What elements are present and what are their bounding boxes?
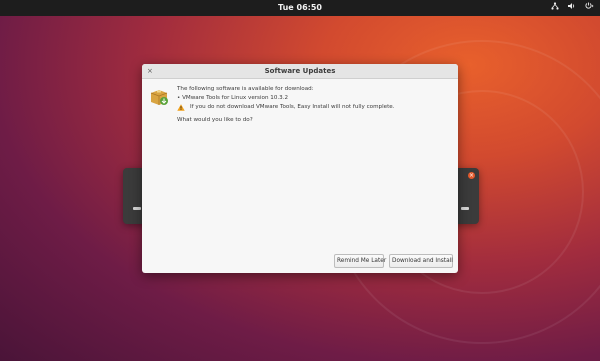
package-icon xyxy=(149,87,169,107)
question-text: What would you like to do? xyxy=(177,117,253,123)
dialog-message: The following software is available for … xyxy=(177,85,447,125)
software-updates-dialog: × Software Updates The following softwar… xyxy=(142,64,458,273)
update-item: • VMware Tools for Linux version 10.3.2 xyxy=(177,95,289,101)
window-handle xyxy=(461,207,469,210)
warning-icon xyxy=(177,104,185,111)
dialog-buttons: Remind Me Later Download and Install xyxy=(334,254,453,268)
remind-me-later-button[interactable]: Remind Me Later xyxy=(334,254,386,268)
close-icon[interactable]: × xyxy=(468,172,475,179)
window-handle xyxy=(133,207,141,210)
warning-row: If you do not download VMware Tools, Eas… xyxy=(177,103,447,112)
power-icon[interactable] xyxy=(584,0,594,16)
intro-text: The following software is available for … xyxy=(177,86,314,92)
dialog-title: Software Updates xyxy=(264,67,336,75)
dialog-titlebar[interactable]: × Software Updates xyxy=(142,64,458,79)
top-panel: Tue 06:50 xyxy=(0,0,600,16)
download-and-install-button[interactable]: Download and Install xyxy=(389,254,453,268)
system-tray[interactable] xyxy=(551,0,594,16)
volume-icon[interactable] xyxy=(567,0,576,16)
warning-text: If you do not download VMware Tools, Eas… xyxy=(190,104,395,110)
network-icon[interactable] xyxy=(551,0,559,16)
panel-clock[interactable]: Tue 06:50 xyxy=(0,0,600,16)
desktop-background: Tue 06:50 × × Software Updates The follo… xyxy=(0,0,600,361)
